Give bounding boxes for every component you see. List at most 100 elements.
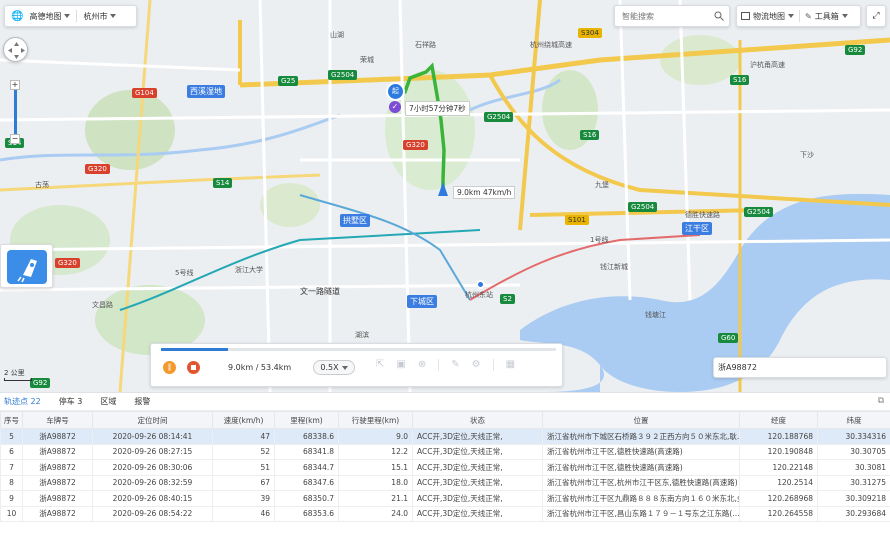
table-cell: 30.309218 (817, 490, 890, 507)
shield-s16b: S16 (730, 75, 750, 85)
save-icon[interactable]: ▣ (396, 359, 405, 371)
table-cell: 2020-09-26 08:27:15 (92, 443, 213, 460)
tab-zones[interactable]: 区域 (100, 396, 116, 407)
table-cell: 39 (212, 490, 275, 507)
rocket-panel-button[interactable] (0, 244, 53, 288)
table-cell: ACC开,3D定位,天线正常, (412, 443, 543, 460)
map-label-hz-ring: 杭州绕城高速 (530, 41, 572, 49)
zoom-in-button[interactable]: + (10, 80, 20, 90)
vehicle-position-marker[interactable] (438, 182, 448, 196)
map-canvas[interactable]: 拱墅区 下城区 西溪湿地 江干区 文一路隧道 浙江大学 山湖 荣城 杭州东站 钱… (0, 0, 890, 392)
export-icon[interactable]: ⇱ (376, 359, 384, 371)
column-header[interactable]: 序号 (0, 411, 23, 429)
table-cell: 120.188768 (739, 428, 818, 445)
tab-track-points[interactable]: 轨迹点 22 (4, 396, 41, 407)
zoom-slider[interactable] (13, 90, 17, 134)
map-label-wenchang: 文昌路 (92, 301, 113, 309)
table-row[interactable]: 7 浙A98872 2020-09-26 08:30:06 51 68344.7 15.1… (0, 459, 890, 476)
cancel-icon[interactable]: ⊗ (418, 359, 426, 371)
table-cell: 9 (0, 490, 23, 507)
map-scale: 2 公里 (4, 368, 32, 381)
table-cell: 12.2 (338, 443, 413, 460)
table-cell: 51 (212, 459, 275, 476)
column-header[interactable]: 速度(km/h) (212, 411, 275, 429)
table-cell: 浙A98872 (22, 459, 93, 476)
table-cell: 68341.8 (274, 443, 339, 460)
station-marker (476, 280, 485, 289)
table-cell: 浙A98872 (22, 505, 93, 522)
settings-icon[interactable]: ⚙ (472, 359, 481, 371)
map-label-jianggan: 江干区 (682, 222, 712, 235)
column-header[interactable]: 经度 (739, 411, 818, 429)
zoom-out-button[interactable]: − (10, 134, 20, 144)
shield-s16: S16 (580, 130, 600, 140)
route-start-marker[interactable]: 起 (388, 84, 403, 99)
tab-stops[interactable]: 停车 3 (59, 396, 83, 407)
map-label-zhejiang-univ: 浙江大学 (235, 266, 263, 274)
table-row[interactable]: 6 浙A98872 2020-09-26 08:27:15 52 68341.8 12.2… (0, 443, 890, 460)
map-type-select[interactable]: 高德地图 (29, 11, 71, 22)
bottom-tabs: 轨迹点 22 停车 3 区域 报警 ⧉ (0, 393, 890, 411)
map-label-gongshu: 拱墅区 (340, 214, 370, 227)
track-table: 序号 车牌号 定位时间 速度(km/h) 里程(km) 行驶里程(km) 状态 位置 经度 纬度 … (0, 411, 890, 522)
table-cell: 68350.7 (274, 490, 339, 507)
toolbox-select[interactable]: ✎ 工具箱 (805, 11, 848, 22)
playback-progress-fill (161, 348, 229, 351)
map-label-shanghai-hw: 沪杭甬高速 (750, 61, 785, 69)
edit-icon[interactable]: ✎ (451, 359, 459, 371)
speed-select[interactable]: 0.5X (313, 360, 355, 375)
stop-button[interactable] (187, 361, 200, 374)
vehicle-plate-box[interactable]: 浙A98872 (713, 357, 887, 378)
table-cell: 2020-09-26 08:40:15 (92, 490, 213, 507)
playback-progress-track[interactable] (161, 348, 556, 351)
table-cell: 30.3081 (817, 459, 890, 476)
table-cell: 5 (0, 428, 23, 445)
copy-icon[interactable]: ⧉ (878, 396, 884, 406)
fullscreen-button[interactable]: ⤢ (866, 5, 886, 27)
table-cell: 浙江省杭州市江干区,德胜快速路(高速路) (542, 443, 740, 460)
column-header[interactable]: 车牌号 (22, 411, 93, 429)
shield-g320b: G320 (85, 164, 110, 174)
table-row[interactable]: 8 浙A98872 2020-09-26 08:32:59 67 68347.6 18.0… (0, 474, 890, 491)
column-header[interactable]: 定位时间 (92, 411, 213, 429)
table-row[interactable]: 5 浙A98872 2020-09-26 08:14:41 47 68338.6 9.0 A… (0, 428, 890, 445)
map-base (0, 0, 890, 392)
globe-icon: 🌐 (11, 10, 24, 22)
table-cell: 浙A98872 (22, 474, 93, 491)
rocket-icon (7, 250, 47, 284)
map-tools-bar: 物流地图 ✎ 工具箱 (736, 5, 861, 27)
map-label-xiasha: 下沙 (800, 151, 814, 159)
pause-button[interactable]: ‖ (163, 361, 176, 374)
logistics-map-select[interactable]: 物流地图 (741, 11, 794, 22)
table-cell: 52 (212, 443, 275, 460)
grid-icon[interactable]: ▦ (506, 359, 515, 371)
table-cell: 浙江省杭州市江干区,杭州市江干区东,德胜快速路(高速路) (542, 474, 740, 491)
search-bar (614, 5, 730, 27)
search-icon[interactable] (714, 11, 724, 21)
table-cell: 15.1 (338, 459, 413, 476)
layers-icon (741, 12, 750, 20)
column-header[interactable]: 位置 (542, 411, 740, 429)
search-input[interactable] (620, 10, 710, 22)
column-header[interactable]: 行驶里程(km) (338, 411, 413, 429)
column-header[interactable]: 纬度 (817, 411, 890, 429)
track-table-panel: 轨迹点 22 停车 3 区域 报警 ⧉ 序号 车牌号 定位时间 速度(km/h) 里程(… (0, 392, 890, 535)
table-cell: 浙江省杭州市江干区,昌山东路１７９－１号东之江东路(… (542, 505, 740, 522)
table-row[interactable]: 9 浙A98872 2020-09-26 08:40:15 39 68350.7 21.1… (0, 490, 890, 507)
column-header[interactable]: 里程(km) (274, 411, 339, 429)
column-header[interactable]: 状态 (412, 411, 543, 429)
table-cell: 浙江省杭州市江干区九鼎路８８８东南方向１６０米东北,金堤… (542, 490, 740, 507)
zoom-control: + − (10, 80, 20, 146)
map-label-xixi: 西溪湿地 (187, 85, 225, 98)
table-cell: 30.293684 (817, 505, 890, 522)
table-header-row: 序号 车牌号 定位时间 速度(km/h) 里程(km) 行驶里程(km) 状态 位置 经度 纬度 (0, 411, 890, 429)
table-cell: 2020-09-26 08:30:06 (92, 459, 213, 476)
pan-control[interactable] (3, 37, 28, 62)
tab-alarms[interactable]: 报警 (134, 396, 150, 407)
table-cell: 2020-09-26 08:14:41 (92, 428, 213, 445)
city-select[interactable]: 杭州市 (83, 11, 117, 22)
shield-g92b: G92 (30, 378, 51, 388)
table-cell: 浙A98872 (22, 428, 93, 445)
table-row[interactable]: 10 浙A98872 2020-09-26 08:54:22 46 68353.6 24.… (0, 505, 890, 522)
route-waypoint-icon[interactable]: ✓ (389, 101, 401, 113)
